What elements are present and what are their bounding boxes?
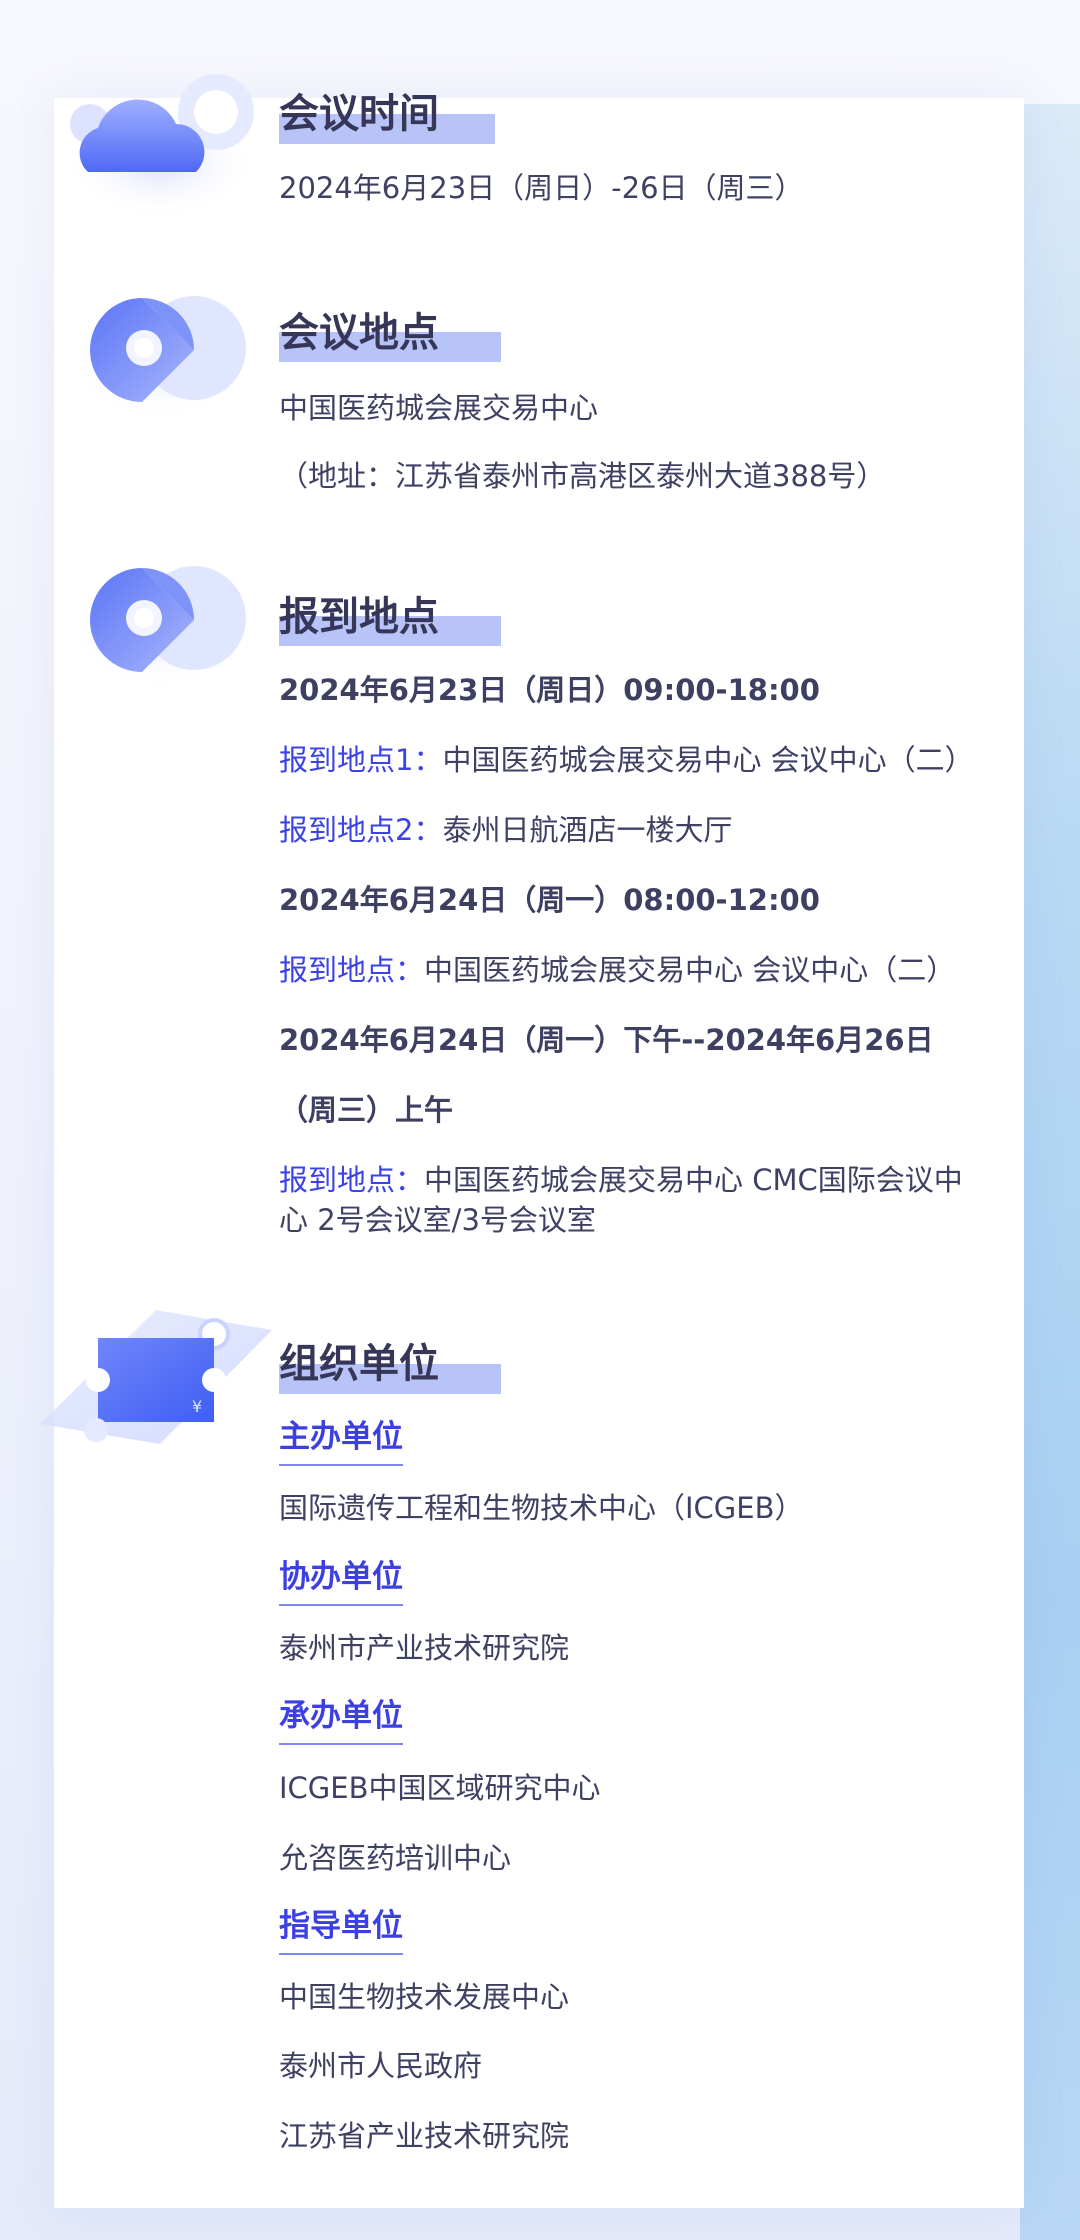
host-organization: 国际遗传工程和生物技术中心（ICGEB）	[279, 1491, 804, 1525]
right-side-panel	[1020, 104, 1080, 2240]
cloud-icon	[65, 74, 255, 218]
registration-location-text: 中国医药城会展交易中心 会议中心（二）	[442, 743, 974, 777]
host-heading: 主办单位	[279, 1416, 403, 1466]
guide-organization: 江苏省产业技术研究院	[279, 2119, 570, 2153]
registration-location-label: 报到地点2：	[279, 813, 443, 847]
guide-heading: 指导单位	[279, 1905, 403, 1955]
registration-date-3-line-1: 2024年6月24日（周一）下午--2024年6月26日	[279, 1023, 934, 1057]
guide-organization: 泰州市人民政府	[279, 2049, 483, 2083]
co-organizer-heading: 协办单位	[279, 1556, 403, 1606]
location-pin-icon	[70, 296, 250, 420]
venue-address: （地址：江苏省泰州市高港区泰州大道388号）	[279, 459, 886, 493]
registration-location-text: 泰州日航酒店一楼大厅	[442, 813, 733, 847]
ticket-symbol: ¥	[192, 1397, 202, 1416]
registration-location-3: 报到地点：中国医药城会展交易中心 会议中心（二）	[279, 950, 955, 990]
section-title-organizers: 组织单位	[279, 1341, 439, 1387]
registration-location-label: 报到地点：	[279, 1163, 425, 1197]
section-title-time: 会议时间	[279, 91, 439, 137]
registration-location-1: 报到地点1：中国医药城会展交易中心 会议中心（二）	[279, 740, 974, 780]
registration-location-label: 报到地点1：	[279, 743, 443, 777]
registration-date-3-line-2: （周三）上午	[279, 1093, 454, 1127]
ticket-icon: ¥	[40, 1310, 272, 1444]
co-organizer-organization: 泰州市产业技术研究院	[279, 1631, 570, 1665]
registration-date-2: 2024年6月24日（周一）08:00-12:00	[279, 883, 820, 917]
location-pin-icon	[70, 566, 250, 690]
registration-location-text: 中国医药城会展交易中心 会议中心（二）	[424, 953, 956, 987]
section-title-registration: 报到地点	[279, 594, 439, 640]
meeting-time-text: 2024年6月23日（周日）-26日（周三）	[279, 171, 804, 205]
undertaker-heading: 承办单位	[279, 1695, 403, 1745]
registration-location-4: 报到地点：中国医药城会展交易中心 CMC国际会议中心 2号会议室/3号会议室	[279, 1160, 979, 1240]
section-title-venue: 会议地点	[279, 310, 439, 356]
undertaker-organization: ICGEB中国区域研究中心	[279, 1771, 601, 1805]
registration-location-2: 报到地点2：泰州日航酒店一楼大厅	[279, 810, 732, 850]
venue-name: 中国医药城会展交易中心	[279, 391, 599, 425]
undertaker-organization: 允咨医药培训中心	[279, 1841, 512, 1875]
registration-location-label: 报到地点：	[279, 953, 425, 987]
registration-date-1: 2024年6月23日（周日）09:00-18:00	[279, 673, 820, 707]
guide-organization: 中国生物技术发展中心	[279, 1980, 570, 2014]
